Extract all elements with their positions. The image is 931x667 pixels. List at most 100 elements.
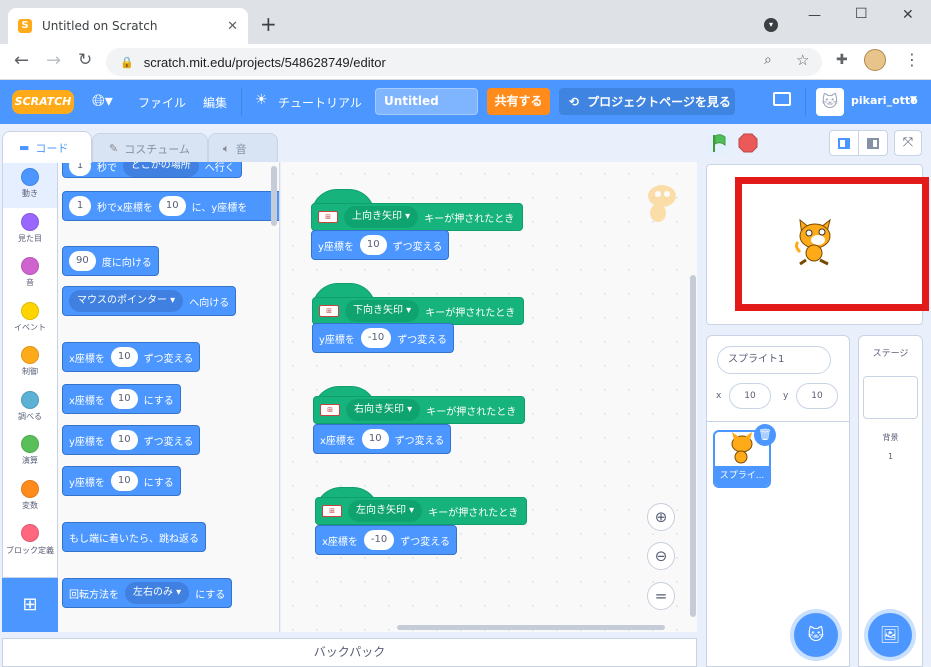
- username[interactable]: pikari_otto: [851, 94, 918, 107]
- palette-block-glide-to[interactable]: 1 秒で どこかの場所 へ行く: [62, 162, 242, 178]
- tab-sounds[interactable]: 🔈︎ 音: [208, 133, 278, 163]
- reload-icon[interactable]: ↻: [78, 50, 92, 70]
- change-y-down-input[interactable]: -10: [360, 328, 392, 348]
- tab-search-icon[interactable]: ▾: [764, 18, 778, 32]
- scratch-logo[interactable]: SCRATCH: [12, 90, 74, 114]
- change-y-block-up[interactable]: y座標を 10 ずつ変える: [311, 230, 450, 260]
- stage-sprite-cat[interactable]: [792, 216, 838, 266]
- category-looks[interactable]: 見た目: [3, 212, 57, 258]
- hat-block-down[interactable]: ⊞ 下向き矢印 ▾ キーが押されたとき: [312, 283, 524, 325]
- zoom-icon[interactable]: ⌕: [764, 52, 772, 68]
- change-y-input[interactable]: 10: [110, 430, 138, 450]
- point-towards-dropdown[interactable]: マウスのポインター ▾: [69, 290, 184, 312]
- rotation-style-dropdown[interactable]: 左右のみ ▾: [125, 582, 190, 604]
- bookmark-star-icon[interactable]: ☆: [796, 51, 809, 69]
- language-globe-icon[interactable]: 🌐︎▾: [92, 91, 113, 111]
- project-title-input[interactable]: Untitled: [375, 88, 478, 115]
- fullscreen-button[interactable]: ⤧: [894, 130, 922, 156]
- zoom-out-icon[interactable]: ⊖: [647, 542, 675, 570]
- extensions-icon[interactable]: ✚: [836, 52, 848, 68]
- close-window-button[interactable]: ✕: [902, 7, 914, 23]
- new-tab-button[interactable]: +: [260, 12, 277, 36]
- palette-scrollbar[interactable]: [271, 166, 277, 226]
- key-dropdown-up[interactable]: 上向き矢印 ▾: [344, 206, 419, 228]
- sprite-name-input[interactable]: スプライト1: [717, 346, 831, 374]
- share-button[interactable]: 共有する: [487, 88, 550, 115]
- delete-sprite-icon[interactable]: 🗑︎: [754, 424, 776, 446]
- direction-input[interactable]: 90: [69, 251, 96, 271]
- large-stage-mode-button[interactable]: [858, 130, 888, 156]
- change-x-left-input[interactable]: -10: [363, 530, 395, 550]
- category-variables[interactable]: 変数: [3, 479, 57, 525]
- palette-block-point-towards[interactable]: マウスのポインター ▾ へ向ける: [62, 286, 237, 316]
- glide-xy-secs-input[interactable]: 1: [69, 196, 91, 216]
- change-x-right-input[interactable]: 10: [361, 429, 389, 449]
- change-x-block-right[interactable]: x座標を 10 ずつ変える: [313, 424, 452, 454]
- set-x-input[interactable]: 10: [110, 389, 138, 409]
- key-dropdown-down[interactable]: 下向き矢印 ▾: [345, 300, 420, 322]
- tab-close-icon[interactable]: ✕: [227, 19, 238, 34]
- green-flag-icon[interactable]: [707, 131, 731, 155]
- my-stuff-folder-icon[interactable]: [773, 92, 791, 106]
- zoom-in-icon[interactable]: ⊕: [647, 503, 675, 531]
- palette-block-glide-xy[interactable]: 1 秒でx座標を 10 に、y座標を: [62, 191, 279, 221]
- change-y-block-down[interactable]: y座標を -10 ずつ変える: [312, 323, 454, 353]
- category-events[interactable]: イベント: [3, 301, 57, 347]
- glide-xy-x-input[interactable]: 10: [158, 196, 186, 216]
- add-backdrop-button[interactable]: 🖼︎: [868, 613, 912, 657]
- profile-avatar-icon[interactable]: [864, 49, 886, 71]
- zoom-reset-icon[interactable]: =: [647, 582, 675, 610]
- category-sound[interactable]: 音: [3, 257, 57, 302]
- change-x-block-left[interactable]: x座標を -10 ずつ変える: [315, 525, 457, 555]
- sprite-y-input[interactable]: 10: [796, 383, 838, 409]
- glide-target-dropdown[interactable]: どこかの場所: [123, 162, 199, 177]
- change-x-input[interactable]: 10: [110, 347, 138, 367]
- palette-block-set-x[interactable]: x座標を 10 にする: [62, 384, 181, 414]
- user-menu-chevron-icon[interactable]: ▼: [910, 95, 917, 105]
- set-x-label: x座標を: [69, 395, 105, 407]
- palette-block-bounce[interactable]: もし端に着いたら、跳ね返る: [62, 522, 206, 552]
- category-operators[interactable]: 演算: [3, 435, 57, 480]
- palette-block-point-direction[interactable]: 90 度に向ける: [62, 246, 159, 276]
- palette-block-change-x[interactable]: x座標を 10 ずつ変える: [62, 342, 201, 372]
- hat-block-up[interactable]: ⊞ 上向き矢印 ▾ キーが押されたとき: [311, 189, 523, 231]
- browser-menu-icon[interactable]: ⋮: [904, 50, 920, 69]
- back-icon[interactable]: ←: [14, 50, 29, 71]
- tutorial-lightbulb-icon[interactable]: ☀: [255, 92, 268, 108]
- palette-block-change-y[interactable]: y座標を 10 ずつ変える: [62, 425, 201, 455]
- set-y-input[interactable]: 10: [110, 471, 138, 491]
- sprite-x-input[interactable]: 10: [729, 383, 771, 409]
- minimize-button[interactable]: —: [808, 8, 821, 23]
- user-avatar[interactable]: 🐱︎: [816, 88, 844, 116]
- file-menu[interactable]: ファイル: [138, 94, 186, 111]
- hat-block-right[interactable]: ⊞ 右向き矢印 ▾ キーが押されたとき: [313, 386, 525, 428]
- tutorial-menu[interactable]: チュートリアル: [278, 94, 362, 111]
- script-horizontal-scrollbar[interactable]: [397, 625, 665, 630]
- tab-costumes[interactable]: ✎ コスチューム: [92, 133, 208, 163]
- change-y-up-input[interactable]: 10: [359, 235, 387, 255]
- maximize-button[interactable]: ☐: [855, 6, 868, 22]
- hat-block-left[interactable]: ⊞ 左向き矢印 ▾ キーが押されたとき: [315, 487, 527, 529]
- category-my-blocks[interactable]: ブロック定義: [3, 524, 57, 569]
- backpack-bar[interactable]: バックパック: [2, 638, 697, 667]
- category-sensing[interactable]: 調べる: [3, 390, 57, 436]
- add-sprite-button[interactable]: 🐱︎: [794, 613, 838, 657]
- browser-tab[interactable]: S Untitled on Scratch ✕: [8, 8, 248, 44]
- stage-backdrop-thumb[interactable]: [863, 376, 918, 419]
- key-dropdown-left[interactable]: 左向き矢印 ▾: [348, 500, 423, 522]
- category-control[interactable]: 制御: [3, 346, 57, 391]
- script-vertical-scrollbar[interactable]: [690, 275, 696, 617]
- glide-secs-input[interactable]: 1: [69, 162, 91, 176]
- stop-icon[interactable]: [738, 133, 758, 153]
- palette-block-rotation-style[interactable]: 回転方法を 左右のみ ▾ にする: [62, 578, 233, 608]
- forward-icon[interactable]: →: [46, 50, 61, 71]
- see-project-page-button[interactable]: ⟲ プロジェクトページを見る: [559, 88, 735, 115]
- palette-block-set-y[interactable]: y座標を 10 にする: [62, 466, 181, 496]
- category-looks-label: 見た目: [18, 233, 42, 243]
- tab-code[interactable]: ▬ コード: [2, 131, 92, 163]
- key-dropdown-right[interactable]: 右向き矢印 ▾: [346, 399, 421, 421]
- small-stage-mode-button[interactable]: [829, 130, 859, 156]
- address-bar[interactable]: 🔒 scratch.mit.edu/projects/548628749/edi…: [106, 48, 822, 76]
- edit-menu[interactable]: 編集: [203, 94, 227, 111]
- category-motion[interactable]: 動き: [3, 168, 57, 213]
